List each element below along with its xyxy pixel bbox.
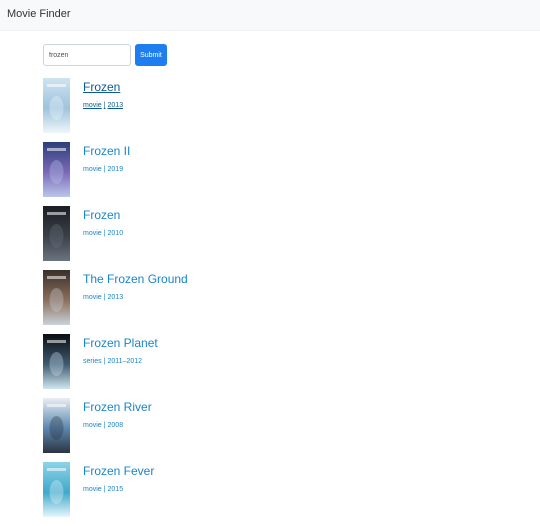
result-year: 2010	[107, 230, 124, 237]
result-item: Frozen Planet series | 2011–2012	[43, 334, 523, 390]
result-item: Frozen movie | 2013	[43, 78, 523, 134]
result-item: Frozen movie | 2010	[43, 206, 523, 262]
result-meta-link[interactable]: series | 2011–2012	[83, 358, 142, 365]
result-title-link[interactable]: The Frozen Ground	[83, 272, 188, 286]
result-type: movie	[83, 166, 102, 173]
poster-image[interactable]	[43, 78, 70, 133]
search-input[interactable]	[43, 44, 131, 66]
poster-image[interactable]	[43, 270, 70, 325]
poster-image[interactable]	[43, 142, 70, 197]
result-item: The Frozen Ground movie | 2013	[43, 270, 523, 326]
submit-button[interactable]: Submit	[135, 44, 167, 66]
result-type: movie	[83, 102, 102, 109]
result-year: 2015	[107, 486, 124, 493]
result-type: movie	[83, 422, 102, 429]
result-meta-link[interactable]: movie | 2013	[83, 102, 123, 109]
result-title-link[interactable]: Frozen	[83, 80, 120, 94]
result-year: 2013	[107, 102, 124, 109]
result-type: movie	[83, 294, 102, 301]
result-type: movie	[83, 230, 102, 237]
result-year: 2019	[107, 166, 124, 173]
poster-image[interactable]	[43, 462, 70, 517]
poster-image[interactable]	[43, 334, 70, 389]
result-year: 2013	[107, 294, 124, 301]
result-meta-link[interactable]: movie | 2015	[83, 486, 123, 493]
result-item: Frozen Fever movie | 2015	[43, 462, 523, 518]
result-title-link[interactable]: Frozen II	[83, 144, 130, 158]
result-meta-link[interactable]: movie | 2019	[83, 166, 123, 173]
result-meta-link[interactable]: movie | 2008	[83, 422, 123, 429]
poster-image[interactable]	[43, 398, 70, 453]
result-year: 2011–2012	[107, 358, 143, 365]
result-type: movie	[83, 486, 102, 493]
poster-image[interactable]	[43, 206, 70, 261]
result-title-link[interactable]: Frozen	[83, 208, 120, 222]
result-item: Frozen River movie | 2008	[43, 398, 523, 454]
result-meta-link[interactable]: movie | 2013	[83, 294, 123, 301]
result-meta-link[interactable]: movie | 2010	[83, 230, 123, 237]
app-brand[interactable]: Movie Finder	[7, 8, 71, 20]
result-type: series	[83, 358, 102, 365]
result-title-link[interactable]: Frozen River	[83, 400, 152, 414]
navbar: Movie Finder	[0, 0, 540, 31]
results-list: Frozen movie | 2013 Frozen II movie | 2019 Froze…	[43, 78, 523, 526]
result-title-link[interactable]: Frozen Planet	[83, 336, 158, 350]
result-item: Frozen II movie | 2019	[43, 142, 523, 198]
result-title-link[interactable]: Frozen Fever	[83, 464, 154, 478]
result-year: 2008	[107, 422, 124, 429]
